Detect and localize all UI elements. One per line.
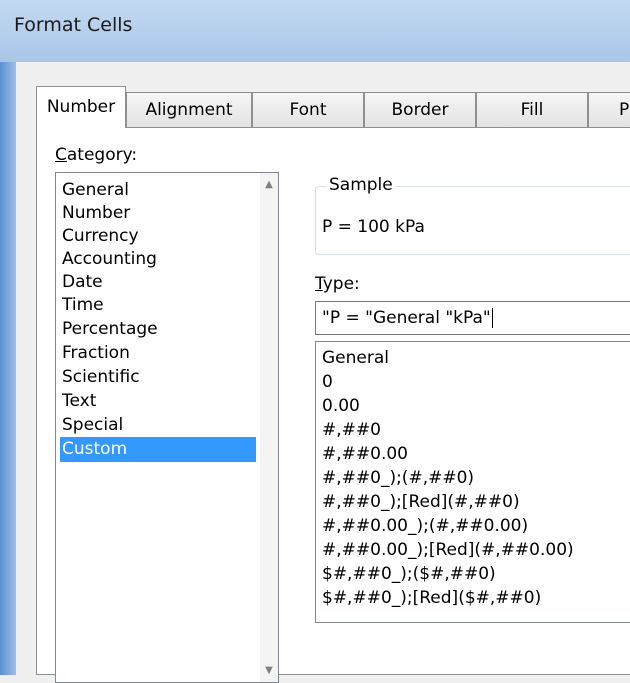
scroll-up-icon[interactable]: ▲ xyxy=(260,179,278,190)
format-item[interactable]: #,##0_);(#,##0) xyxy=(322,466,474,491)
sample-value: P = 100 kPa xyxy=(322,217,425,237)
category-item-percentage[interactable]: Percentage xyxy=(60,317,256,342)
format-item[interactable]: #,##0.00 xyxy=(322,442,408,467)
category-item-accounting[interactable]: Accounting xyxy=(60,247,256,272)
scroll-down-icon[interactable]: ▼ xyxy=(260,665,278,676)
category-item-general[interactable]: General xyxy=(60,178,256,203)
type-label: Type: xyxy=(315,274,360,294)
format-list[interactable]: General 0 0.00 #,##0 #,##0.00 #,##0_);(#… xyxy=(315,341,630,623)
type-input[interactable]: "P = "General "kPa" xyxy=(315,301,630,335)
format-item[interactable]: 0 xyxy=(322,370,333,395)
category-list[interactable]: General Number Currency Accounting Date … xyxy=(55,172,279,683)
tab-alignment[interactable]: Alignment xyxy=(126,92,252,127)
category-item-time[interactable]: Time xyxy=(60,293,256,318)
tab-number[interactable]: Number xyxy=(36,86,126,128)
category-item-special[interactable]: Special xyxy=(60,413,256,438)
window-title: Format Cells xyxy=(14,14,133,36)
text-caret xyxy=(491,308,493,328)
tab-strip: Number Alignment Font Border Fill Pr xyxy=(36,86,630,128)
tab-protection[interactable]: Pr xyxy=(588,92,630,127)
category-label: Category: xyxy=(55,145,138,165)
category-item-date[interactable]: Date xyxy=(60,270,256,295)
format-item[interactable]: General xyxy=(322,346,389,371)
category-item-number[interactable]: Number xyxy=(60,201,256,226)
sample-legend: Sample xyxy=(326,175,396,195)
tab-font[interactable]: Font xyxy=(252,92,364,127)
format-item[interactable]: #,##0_);[Red](#,##0) xyxy=(322,490,520,515)
category-item-currency[interactable]: Currency xyxy=(60,224,256,249)
format-item[interactable]: #,##0 xyxy=(322,418,381,443)
format-item[interactable]: $#,##0_);($#,##0) xyxy=(322,562,496,587)
sample-group: Sample P = 100 kPa xyxy=(315,175,630,255)
format-cells-dialog: Number Alignment Font Border Fill Pr Cat… xyxy=(16,62,630,683)
category-item-text[interactable]: Text xyxy=(60,389,256,414)
category-item-scientific[interactable]: Scientific xyxy=(60,365,256,390)
category-item-fraction[interactable]: Fraction xyxy=(60,341,256,366)
tab-fill[interactable]: Fill xyxy=(476,92,588,127)
format-item[interactable]: #,##0.00_);(#,##0.00) xyxy=(322,514,528,539)
format-item[interactable]: $#,##0_);[Red]($#,##0) xyxy=(322,586,541,611)
category-scrollbar[interactable]: ▲ ▼ xyxy=(260,173,278,682)
number-tab-panel: Category: General Number Currency Accoun… xyxy=(36,127,630,683)
tab-border[interactable]: Border xyxy=(364,92,476,127)
title-bar: Format Cells xyxy=(0,0,630,62)
format-item[interactable]: 0.00 xyxy=(322,394,360,419)
window-left-edge xyxy=(0,62,16,675)
category-item-custom[interactable]: Custom xyxy=(60,437,256,462)
format-item[interactable]: #,##0.00_);[Red](#,##0.00) xyxy=(322,538,574,563)
